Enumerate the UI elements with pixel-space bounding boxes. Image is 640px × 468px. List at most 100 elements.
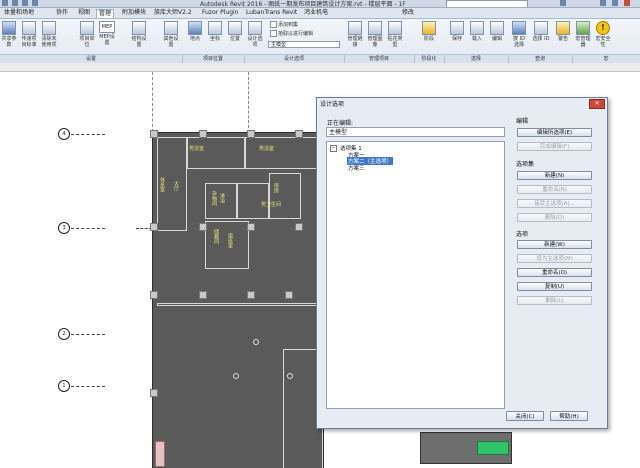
ids-of-selection-button[interactable]: 选择 ID xyxy=(532,21,550,42)
grid-bubble-1[interactable]: 1 xyxy=(58,380,70,392)
select-by-id-button[interactable]: 按 ID 选择 xyxy=(510,21,528,48)
other-settings-button[interactable]: 其他设置 xyxy=(162,21,180,48)
panel-inquiry: 查询 xyxy=(508,55,573,63)
room-label: 男浴室 xyxy=(189,146,205,152)
dialog-close-icon[interactable]: ✕ xyxy=(589,99,605,109)
rename-option-button[interactable]: 重命名(O) xyxy=(517,268,592,277)
shared-params-button[interactable]: 共享参数 xyxy=(0,21,18,48)
units-icon xyxy=(80,21,94,35)
floor-plan-annex xyxy=(420,432,512,464)
grid-line-vertical xyxy=(248,72,249,128)
edit-section-title: 编辑 xyxy=(516,118,529,125)
design-options-button[interactable]: 设计选项 xyxy=(246,21,264,48)
structural-icon xyxy=(132,21,146,35)
ribbon-tab-bar: 体量和场地 协作 视图 管理 附加模块 族库大师V2.2 Fuzor Plugi… xyxy=(0,8,640,19)
location-button[interactable]: 地点 xyxy=(186,21,204,42)
finish-editing-button[interactable]: 完成编辑(F) xyxy=(517,142,592,151)
phases-button[interactable]: 阶段 xyxy=(420,21,438,42)
tab-modify[interactable]: 修改 xyxy=(400,9,416,17)
structural-column xyxy=(247,291,255,299)
tab-manage[interactable]: 管理 xyxy=(96,9,115,18)
make-primary-button[interactable]: 设为主选项(M) xyxy=(517,254,592,263)
help-button[interactable]: 帮助(H) xyxy=(550,411,588,421)
tab-hongye[interactable]: 鸿业机电 xyxy=(302,9,330,17)
quick-access-open-icon[interactable] xyxy=(12,0,18,6)
panel-design-options: 设计选项 xyxy=(244,55,345,63)
structural-column xyxy=(295,130,303,138)
grid-bubble-3[interactable]: 3 xyxy=(58,222,70,234)
tab-massing-site[interactable]: 体量和场地 xyxy=(2,9,36,17)
close-button[interactable]: 关闭(C) xyxy=(506,411,544,421)
pick-to-edit-button[interactable]: 拾取以进行编辑 xyxy=(270,30,313,37)
design-options-tree[interactable]: − 选项集 1 方案一 方案二（主选项） 方案三 xyxy=(326,141,505,409)
macro-manager-button[interactable]: 宏管理器 xyxy=(574,21,592,48)
room-label: 储藏间 xyxy=(213,229,219,244)
position-icon xyxy=(228,21,242,35)
new-option-set-button[interactable]: 新建(N) xyxy=(517,171,592,180)
tree-option-3[interactable]: 方案三 xyxy=(348,164,365,172)
grid-line xyxy=(71,386,105,388)
close-window-icon[interactable] xyxy=(624,0,630,6)
macro-security-button[interactable]: ! 宏安全性 xyxy=(594,21,612,48)
sign-in-icon[interactable] xyxy=(560,0,566,6)
new-option-button[interactable]: 新建(W) xyxy=(517,240,592,249)
edit-selected-button[interactable]: 编辑所选项(E) xyxy=(517,128,592,137)
minimize-icon[interactable] xyxy=(600,0,606,6)
collapse-icon[interactable]: − xyxy=(330,145,337,152)
position-button[interactable]: 位置 xyxy=(226,21,244,42)
load-selection-button[interactable]: 载入 xyxy=(468,21,486,42)
structural-settings-button[interactable]: 结构设置 xyxy=(130,21,148,48)
grid-bubble-2[interactable]: 2 xyxy=(58,328,70,340)
quick-access-undo-icon[interactable] xyxy=(32,0,38,6)
warnings-button[interactable]: 警告 xyxy=(554,21,572,42)
transfer-standards-button[interactable]: 传递项目标准 xyxy=(20,21,38,48)
add-to-set-button[interactable]: 添加到集 xyxy=(270,21,298,28)
manage-images-icon xyxy=(368,21,382,35)
structural-column xyxy=(247,223,255,231)
maximize-icon[interactable] xyxy=(612,0,618,6)
room-label: 男浴室 xyxy=(259,146,275,152)
manage-links-button[interactable]: 管理链接 xyxy=(346,21,364,48)
delete-option-set-button[interactable]: 删除(D) xyxy=(517,213,592,222)
tab-collaborate[interactable]: 协作 xyxy=(54,9,70,17)
selected-element[interactable] xyxy=(477,441,509,455)
room-label: 杂物间 xyxy=(211,191,217,206)
decal-icon xyxy=(388,21,402,35)
duplicate-option-button[interactable]: 复制(U) xyxy=(517,282,592,291)
delete-option-button[interactable]: 删除(L) xyxy=(517,296,592,305)
project-units-button[interactable]: 项目单位 xyxy=(78,21,96,48)
purge-button[interactable]: 清除未使用项 xyxy=(40,21,58,48)
tab-add-ins[interactable]: 附加模块 xyxy=(120,9,148,17)
structural-column xyxy=(285,291,293,299)
structural-column xyxy=(199,223,207,231)
panel-settings: 设置 xyxy=(0,55,183,63)
save-selection-button[interactable]: 保存 xyxy=(448,21,466,42)
tab-family-library[interactable]: 族库大师V2.2 xyxy=(152,9,194,17)
room-outline xyxy=(269,173,301,219)
tab-view[interactable]: 视图 xyxy=(76,9,92,17)
coordinates-button[interactable]: 坐标 xyxy=(206,21,224,42)
help-search-input[interactable] xyxy=(446,0,528,7)
accept-primary-button[interactable]: 接受主选项(A)... xyxy=(517,199,592,208)
room-label: 男卫生间 xyxy=(261,202,282,208)
macro-security-icon: ! xyxy=(596,21,610,35)
mep-settings-button[interactable]: MEP MEP设置 xyxy=(98,21,116,46)
floor-plan[interactable]: 男浴室 男浴室 休息室 大厅 杂物间 淋浴 男卫生间 储藏间 值班室 库房 xyxy=(150,130,324,468)
app-menu-icon[interactable] xyxy=(2,0,8,6)
option-section-title: 选项 xyxy=(516,231,529,238)
light-fixture xyxy=(233,373,239,379)
grid-bubble-4[interactable]: 4 xyxy=(58,128,70,140)
main-model-dropdown[interactable]: 主模型 xyxy=(268,41,340,48)
edit-selection-button[interactable]: 编辑 xyxy=(488,21,506,42)
panel-phasing: 阶段化 xyxy=(414,55,445,63)
rename-option-set-button[interactable]: 重命名(R) xyxy=(517,185,592,194)
manage-images-button[interactable]: 管理图像 xyxy=(366,21,384,48)
wall-line xyxy=(157,303,319,306)
quick-access-save-icon[interactable] xyxy=(22,0,28,6)
tab-fuzor[interactable]: Fuzor Plugin xyxy=(200,9,241,17)
decal-types-button[interactable]: 贴花类型 xyxy=(386,21,404,48)
tab-luban[interactable]: LubanTrans Revit xyxy=(244,9,299,17)
light-fixture xyxy=(253,339,259,345)
macro-manager-icon xyxy=(576,21,590,35)
grid-line xyxy=(71,134,105,136)
